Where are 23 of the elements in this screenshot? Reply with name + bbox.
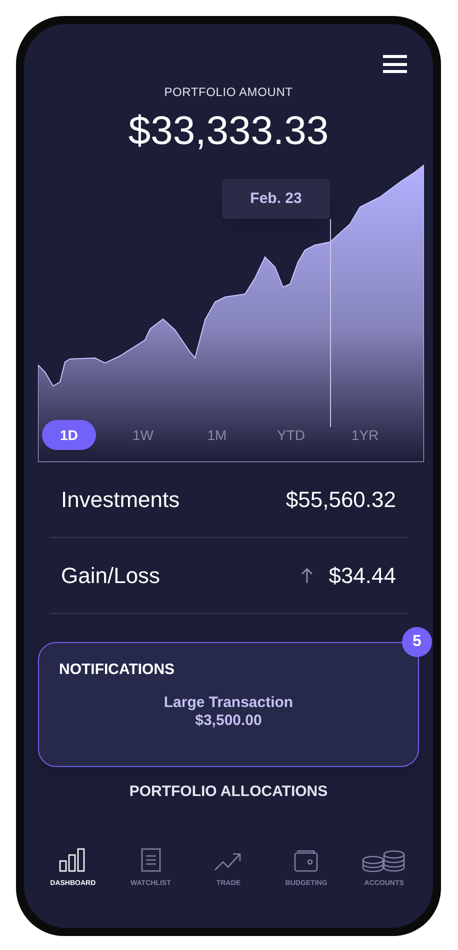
summary-value: $55,560.32	[286, 486, 396, 514]
portfolio-amount: $33,333.33	[127, 108, 330, 155]
wallet-icon	[294, 848, 318, 872]
range-tab[interactable]: YTD	[264, 420, 318, 450]
arrow-up-icon	[300, 568, 313, 584]
date-tooltip: Feb. 23	[222, 179, 330, 219]
summary-value: $34.44	[328, 562, 396, 590]
range-tab[interactable]: 1YR	[338, 420, 392, 450]
count-badge: 5	[402, 627, 432, 657]
document-icon	[140, 848, 161, 872]
coins-icon	[362, 850, 406, 872]
range-tab[interactable]: 1M	[190, 420, 244, 450]
notifications-title: NOTIFICATIONS	[59, 660, 176, 680]
portfolio-label: PORTFOLIO AMOUNT	[163, 85, 294, 99]
summary-label: Gain/Loss	[61, 562, 162, 590]
range-tab[interactable]: 1W	[116, 420, 170, 450]
notification-title: Large Transaction	[162, 694, 294, 712]
menu-button[interactable]	[383, 55, 407, 73]
allocations-title: PORTFOLIO ALLOCATIONS	[128, 782, 329, 802]
bar-chart-icon	[58, 848, 87, 872]
trend-up-icon	[214, 852, 242, 872]
notification-amount: $3,500.00	[194, 712, 263, 730]
summary-label: Investments	[61, 486, 181, 514]
